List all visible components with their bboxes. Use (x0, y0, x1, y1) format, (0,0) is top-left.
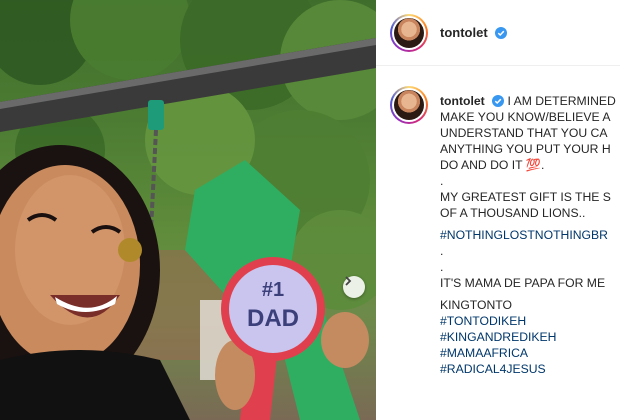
post-photo[interactable]: #1 DAD (0, 0, 376, 420)
header-username[interactable]: tontolet (440, 25, 508, 40)
caption-dot: . (440, 174, 444, 188)
caption-line: MY GREATEST GIFT IS THE S (440, 190, 611, 204)
caption-line: KINGTONTO (440, 298, 513, 312)
verified-badge-icon (495, 27, 508, 39)
verified-badge-icon (492, 95, 505, 107)
caption-period: . (540, 158, 545, 172)
caption-line: DO AND DO IT (440, 158, 523, 172)
caption-username[interactable]: tontolet (440, 94, 485, 108)
comment-avatar[interactable] (390, 86, 428, 124)
caption-dot: . (440, 244, 444, 258)
hundred-emoji: 💯 (525, 158, 541, 172)
caption-line: OF A THOUSAND LIONS.. (440, 206, 586, 220)
caption-line: ANYTHING YOU PUT YOUR H (440, 142, 611, 156)
hashtag-link[interactable]: #KINGANDREDIKEH (440, 329, 620, 345)
hashtag-link[interactable]: #NOTHINGLOSTNOTHINGBR (440, 227, 620, 243)
hashtag-link[interactable]: #MAMAAFRICA (440, 345, 620, 361)
caption-dot: . (440, 260, 444, 274)
badge-text: DAD (247, 305, 299, 332)
post-header: tontolet (376, 0, 620, 66)
caption-line: MAKE YOU KNOW/BELIEVE A (440, 110, 611, 124)
caption-line: UNDERSTAND THAT YOU CA (440, 126, 608, 140)
post-caption: tontolet I AM DETERMINED MAKE YOU KNOW/B… (440, 93, 620, 377)
badge-number: #1 (262, 279, 284, 301)
hashtag-link[interactable]: #TONTODIKEH (440, 313, 620, 329)
next-photo-button[interactable] (343, 276, 365, 298)
badge-text-layer: #1 DAD (247, 279, 299, 332)
header-username-text[interactable]: tontolet (440, 25, 488, 40)
hashtag-link[interactable]: #RADICAL4JESUS (440, 361, 620, 377)
avatar[interactable] (390, 13, 428, 52)
chevron-right-icon (345, 276, 352, 286)
caption-line: I AM DETERMINED (507, 94, 616, 108)
caption-line: IT'S MAMA DE PAPA FOR ME (440, 276, 606, 290)
